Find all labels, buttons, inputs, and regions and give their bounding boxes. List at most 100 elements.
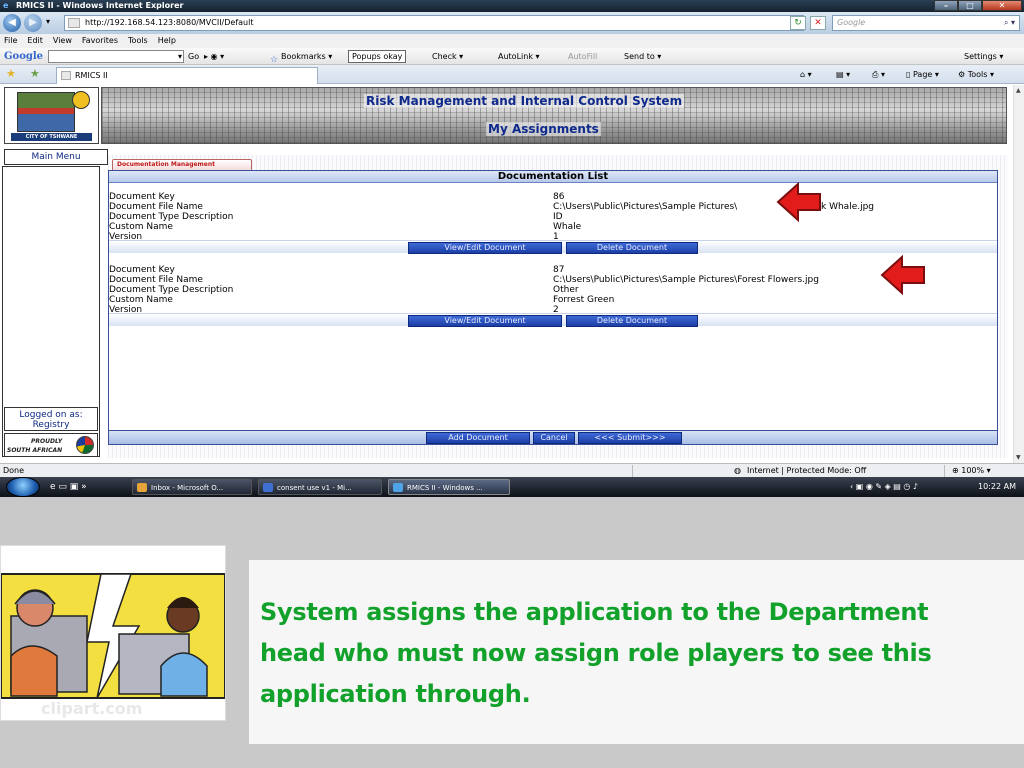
spell-check-button[interactable]: Check ▾: [432, 48, 463, 65]
home-icon[interactable]: ⌂ ▾: [800, 65, 812, 84]
menu-help[interactable]: Help: [158, 34, 176, 48]
zoom-level[interactable]: ⊕ 100% ▾: [952, 464, 991, 477]
window-controls: – □ ✕: [934, 0, 1022, 11]
banner-title: Risk Management and Internal Control Sys…: [364, 94, 685, 108]
document-record: Document Key Document File Name Document…: [109, 265, 997, 327]
quick-launch-icons[interactable]: e ▭ ▣ »: [50, 477, 87, 497]
flag-icon: [76, 436, 94, 454]
settings-button[interactable]: Settings ▾: [964, 48, 1003, 65]
close-button[interactable]: ✕: [982, 0, 1022, 11]
autofill-label: AutoFill: [568, 52, 598, 61]
value-custom-name: Forrest Green: [553, 295, 615, 305]
delete-document-button[interactable]: Delete Document: [566, 242, 698, 254]
tray-icons[interactable]: ‹ ▣ ◉ ✎ ◈ ▤ ◷ ♪: [850, 477, 918, 497]
label-custom-name: Custom Name: [109, 295, 173, 305]
stop-button[interactable]: ✕: [810, 16, 826, 30]
page-viewport: CITY OF TSHWANE Risk Management and Inte…: [0, 85, 1013, 463]
logged-on-user: Registry: [32, 420, 70, 430]
record-actions: View/Edit Document Delete Document: [109, 313, 997, 327]
history-dropdown-icon[interactable]: ▾: [46, 17, 50, 26]
minimize-button[interactable]: –: [934, 0, 958, 11]
scroll-up-icon[interactable]: ▲: [1016, 87, 1021, 94]
label-type-description: Document Type Description: [109, 285, 234, 295]
menu-view[interactable]: View: [53, 34, 72, 48]
bookmarks-button[interactable]: ☆ Bookmarks ▾: [270, 48, 332, 65]
status-text: Done: [3, 466, 25, 475]
google-search-box[interactable]: [48, 48, 184, 65]
add-favorite-icon[interactable]: ★: [30, 67, 40, 81]
taskbar-item-inbox[interactable]: Inbox - Microsoft O...: [132, 479, 252, 495]
submit-button[interactable]: <<< Submit>>>: [578, 432, 682, 444]
page-favicon: [68, 18, 80, 28]
delete-document-button[interactable]: Delete Document: [566, 315, 698, 327]
address-input[interactable]: http://192.168.54.123:8080/MVCII/Default…: [64, 15, 804, 31]
document-record: Document Key Document File Name Document…: [109, 192, 997, 254]
proudly-south-african-logo: PROUDLY SOUTH AFRICAN: [4, 433, 98, 457]
banner: Risk Management and Internal Control Sys…: [101, 87, 1007, 144]
cartoon-image: clipart.com: [0, 545, 226, 721]
svg-text:clipart.com: clipart.com: [41, 699, 142, 718]
google-logo: Google: [4, 48, 43, 65]
ie-icon: [393, 483, 403, 492]
back-button[interactable]: ◀: [3, 14, 21, 32]
feeds-icon[interactable]: ▤ ▾: [836, 65, 850, 84]
form-action-bar: Add Document Cancel <<< Submit>>>: [108, 430, 998, 445]
favorites-star-icon[interactable]: ★: [6, 67, 16, 81]
autofill-button[interactable]: AutoFill: [568, 48, 597, 65]
logged-on-label: Logged on as:: [19, 410, 83, 420]
tab-rmics[interactable]: RMICS II: [56, 67, 318, 84]
main-menu-button[interactable]: Main Menu: [4, 149, 108, 165]
toolbar-options-icons[interactable]: ▸ ◉ ▾: [204, 48, 224, 65]
popups-button[interactable]: Popups okay: [348, 50, 407, 63]
google-go-button[interactable]: Go: [188, 48, 199, 65]
red-arrow-icon: [880, 255, 925, 295]
page-menu[interactable]: ▯ Page ▾: [906, 65, 939, 84]
crest-image: [17, 91, 90, 132]
add-document-button[interactable]: Add Document: [426, 432, 530, 444]
proudly-text: PROUDLY: [31, 438, 63, 445]
address-bar-row: ◀ ▶ ▾ http://192.168.54.123:8080/MVCII/D…: [0, 12, 1024, 34]
view-edit-document-button[interactable]: View/Edit Document: [408, 315, 562, 327]
city-logo: CITY OF TSHWANE: [4, 87, 99, 144]
value-file-name: C:\Users\Public\Pictures\Sample Pictures…: [553, 275, 819, 285]
documentation-list-panel: Documentation List Document Key Document…: [108, 170, 998, 445]
menu-favorites[interactable]: Favorites: [82, 34, 118, 48]
status-bar: Done ◍ Internet | Protected Mode: Off ⊕ …: [0, 463, 1024, 477]
taskbar-label: consent use v1 - Mi...: [277, 484, 352, 492]
menu-file[interactable]: File: [4, 34, 17, 48]
autolink-button[interactable]: AutoLink ▾: [498, 48, 540, 65]
scroll-down-icon[interactable]: ▼: [1016, 454, 1021, 461]
maximize-button[interactable]: □: [958, 0, 982, 11]
menu-edit[interactable]: Edit: [27, 34, 43, 48]
vertical-scrollbar[interactable]: ▲ ▼: [1013, 85, 1024, 463]
forward-button[interactable]: ▶: [24, 14, 42, 32]
security-zone: Internet | Protected Mode: Off: [747, 466, 867, 475]
search-input[interactable]: Google ⌕ ▾: [832, 15, 1020, 31]
google-toolbar: Google Go ▸ ◉ ▾ ☆Bookmarks ▾ Popups okay…: [0, 48, 1024, 65]
word-icon: [263, 483, 273, 492]
tab-documentation-management[interactable]: Documentation Management: [112, 159, 252, 170]
view-edit-document-button[interactable]: View/Edit Document: [408, 242, 562, 254]
zoom-value: 100%: [961, 466, 985, 475]
send-to-button[interactable]: Send to ▾: [624, 48, 661, 65]
cartoon-illustration: clipart.com: [0, 573, 226, 718]
red-arrow-icon: [776, 182, 821, 222]
start-button[interactable]: [6, 477, 40, 497]
search-placeholder: Google: [837, 18, 866, 27]
star-outline-icon: ☆: [270, 55, 279, 65]
tools-menu[interactable]: ⚙ Tools ▾: [958, 65, 994, 84]
refresh-button[interactable]: ↻: [790, 16, 806, 30]
taskbar-item-ie[interactable]: RMICS II - Windows ...: [388, 479, 510, 495]
taskbar-item-word[interactable]: consent use v1 - Mi...: [258, 479, 382, 495]
menu-tools[interactable]: Tools: [128, 34, 148, 48]
south-african-text: SOUTH AFRICAN: [7, 447, 63, 454]
cancel-button[interactable]: Cancel: [533, 432, 575, 444]
search-icon[interactable]: ⌕ ▾: [1004, 16, 1015, 30]
value-custom-name: Whale: [553, 222, 582, 232]
tab-title: RMICS II: [75, 71, 108, 80]
caption-box: System assigns the application to the De…: [249, 560, 1024, 744]
print-icon[interactable]: ⎙ ▾: [872, 65, 885, 84]
label-document-key: Document Key: [109, 192, 175, 202]
autolink-label: AutoLink: [498, 52, 533, 61]
label-custom-name: Custom Name: [109, 222, 173, 232]
